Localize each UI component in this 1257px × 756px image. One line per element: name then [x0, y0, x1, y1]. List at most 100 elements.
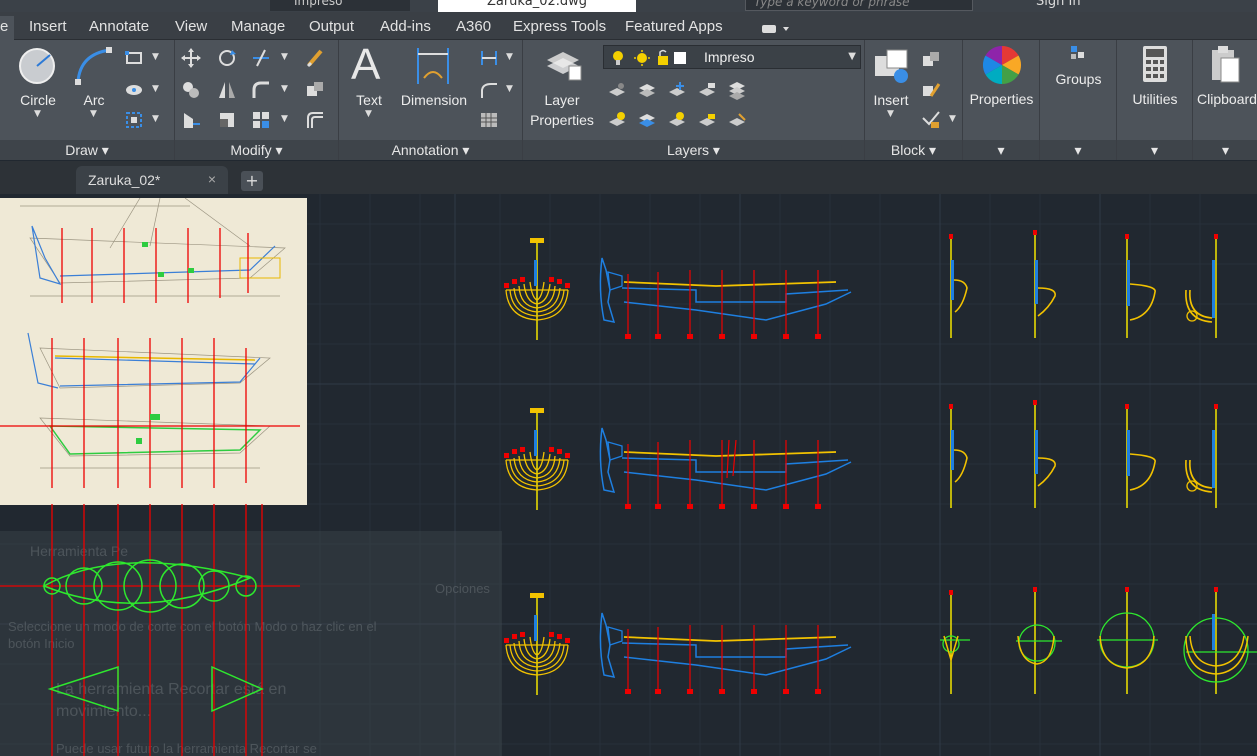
tab-a360[interactable]: A360	[456, 18, 491, 35]
layer-dropdown-arrow-icon: ▼	[848, 51, 856, 62]
clipboard-icon[interactable]	[1209, 44, 1241, 84]
edit-block-icon[interactable]	[921, 80, 941, 100]
title-bar: Impreso Zaruka_02.dwg Type a keyword or …	[0, 0, 1257, 12]
offset-icon[interactable]	[305, 110, 325, 130]
groups-panel-expander[interactable]: ▾	[1040, 140, 1116, 160]
layer-walk-icon[interactable]	[727, 110, 747, 130]
section-circles-row3	[940, 587, 1257, 694]
dimension-icon[interactable]	[415, 44, 451, 88]
arc-button[interactable]: Arc	[74, 90, 114, 110]
tab-express-tools[interactable]: Express Tools	[513, 18, 606, 35]
edit-attributes-icon[interactable]	[921, 110, 941, 130]
clipboard-button[interactable]: Clipboard	[1197, 89, 1257, 109]
tab-manage[interactable]: Manage	[231, 18, 285, 35]
fillet-icon[interactable]	[251, 80, 271, 100]
draw-panel: Circle ▼ Arc ▼ ▼ ▼ ▼ Draw ▾	[0, 40, 175, 160]
clipboard-panel-expander[interactable]: ▾	[1193, 140, 1257, 160]
tab-output[interactable]: Output	[309, 18, 354, 35]
close-icon[interactable]: ×	[208, 171, 216, 187]
sign-in-link[interactable]: Sign In	[1036, 0, 1081, 9]
ribbon-options-icon[interactable]	[760, 20, 790, 33]
current-layer-name: Impreso	[704, 49, 755, 65]
linear-dim-icon[interactable]	[479, 48, 499, 68]
annotation-panel-title[interactable]: Annotation ▾	[339, 140, 522, 160]
layer-lock-icon[interactable]	[697, 80, 717, 100]
create-block-icon[interactable]	[921, 50, 941, 70]
leader-icon[interactable]	[479, 80, 499, 100]
layer-unlock-icon[interactable]	[697, 110, 717, 130]
ribbon-tab-row: e Insert Annotate View Manage Output Add…	[0, 12, 1257, 40]
layers-panel-title[interactable]: Layers ▾	[523, 140, 864, 160]
stretch-icon[interactable]	[181, 110, 201, 130]
copy-icon[interactable]	[181, 80, 201, 100]
clipboard-panel: Clipboard ▾	[1193, 40, 1257, 160]
table-icon[interactable]	[479, 110, 499, 130]
color-wheel-icon[interactable]	[981, 44, 1023, 86]
block-panel: Insert ▼ ▼ Block ▾	[865, 40, 963, 160]
layer-thaw-icon[interactable]	[667, 110, 687, 130]
drawing-canvas[interactable]: Herramienta Pe Opciones Seleccione un mo…	[0, 194, 1257, 756]
tab-annotate[interactable]: Annotate	[89, 18, 149, 35]
new-tab-button[interactable]: +	[241, 171, 263, 191]
properties-button[interactable]: Properties	[963, 89, 1040, 109]
explode-icon[interactable]	[305, 80, 325, 100]
dimension-button[interactable]: Dimension	[397, 90, 471, 110]
insert-button[interactable]: Insert	[869, 90, 913, 110]
tab-featured-apps[interactable]: Featured Apps	[625, 18, 723, 35]
search-input[interactable]: Type a keyword or phrase	[745, 0, 973, 11]
layer-previous-icon[interactable]	[637, 110, 657, 130]
rectangle-icon[interactable]	[124, 48, 144, 68]
tab-add-ins[interactable]: Add-ins	[380, 18, 431, 35]
layer-properties-label-1[interactable]: Layer	[529, 90, 595, 110]
document-title: Zaruka_02.dwg	[438, 0, 636, 12]
tab-insert[interactable]: Insert	[29, 18, 67, 35]
rotate-icon[interactable]	[217, 48, 237, 68]
ribbon: Circle ▼ Arc ▼ ▼ ▼ ▼ Draw ▾ ▼ ▼ ▼ Modify…	[0, 40, 1257, 160]
utilities-button[interactable]: Utilities	[1117, 89, 1193, 109]
layer-freeze-icon[interactable]	[667, 80, 687, 100]
tab-home-active[interactable]: e	[0, 16, 14, 40]
mirror-icon[interactable]	[217, 80, 237, 100]
modify-panel: ▼ ▼ ▼ Modify ▾	[175, 40, 339, 160]
groups-button[interactable]: Groups	[1040, 69, 1117, 89]
erase-icon[interactable]	[305, 48, 325, 68]
region-icon[interactable]	[124, 110, 144, 130]
utilities-panel-expander[interactable]: ▾	[1117, 140, 1192, 160]
insert-block-icon[interactable]	[871, 46, 911, 86]
file-tab-label: Zaruka_02*	[88, 172, 161, 188]
calculator-icon[interactable]	[1141, 44, 1169, 84]
file-tab-bar: Zaruka_02* × +	[0, 161, 1257, 194]
modify-panel-title[interactable]: Modify ▾	[175, 140, 338, 160]
properties-panel-expander[interactable]: ▾	[963, 140, 1039, 160]
layers-panel: Layer Properties Impreso ▼ Layers ▾	[523, 40, 865, 160]
layer-isolate-icon[interactable]	[637, 80, 657, 100]
block-panel-title[interactable]: Block ▾	[865, 140, 962, 160]
layer-off-icon[interactable]	[607, 80, 627, 100]
layer-dropdown[interactable]: Impreso ▼	[603, 45, 861, 69]
groups-panel: Groups ▾	[1040, 40, 1117, 160]
hatch-icon[interactable]	[124, 80, 144, 100]
group-icon[interactable]	[1068, 44, 1088, 64]
circle-icon[interactable]	[16, 45, 58, 87]
boat-sections-drawing	[503, 229, 1257, 696]
annotation-panel: A Text ▼ Dimension ▼ ▼ Annotation ▾	[339, 40, 523, 160]
file-tab[interactable]: Zaruka_02* ×	[76, 166, 228, 194]
layer-properties-icon[interactable]	[543, 44, 583, 84]
array-icon[interactable]	[251, 110, 271, 130]
quick-layer-name: Impreso	[294, 0, 343, 8]
layer-match-icon[interactable]	[607, 110, 627, 130]
scale-icon[interactable]	[217, 110, 237, 130]
text-button[interactable]: Text	[349, 90, 389, 110]
layer-properties-label-2[interactable]: Properties	[523, 110, 601, 130]
draw-panel-title[interactable]: Draw ▾	[0, 140, 174, 160]
circle-button[interactable]: Circle	[8, 90, 68, 110]
text-icon[interactable]: A	[351, 42, 387, 88]
properties-panel: Properties ▾	[963, 40, 1040, 160]
arc-icon[interactable]	[72, 44, 116, 88]
trim-icon[interactable]	[251, 48, 271, 68]
layer-states-icon[interactable]	[727, 80, 747, 100]
utilities-panel: Utilities ▾	[1117, 40, 1193, 160]
tab-view[interactable]: View	[175, 18, 207, 35]
quick-layer-box[interactable]: Impreso	[270, 0, 410, 11]
move-icon[interactable]	[181, 48, 201, 68]
